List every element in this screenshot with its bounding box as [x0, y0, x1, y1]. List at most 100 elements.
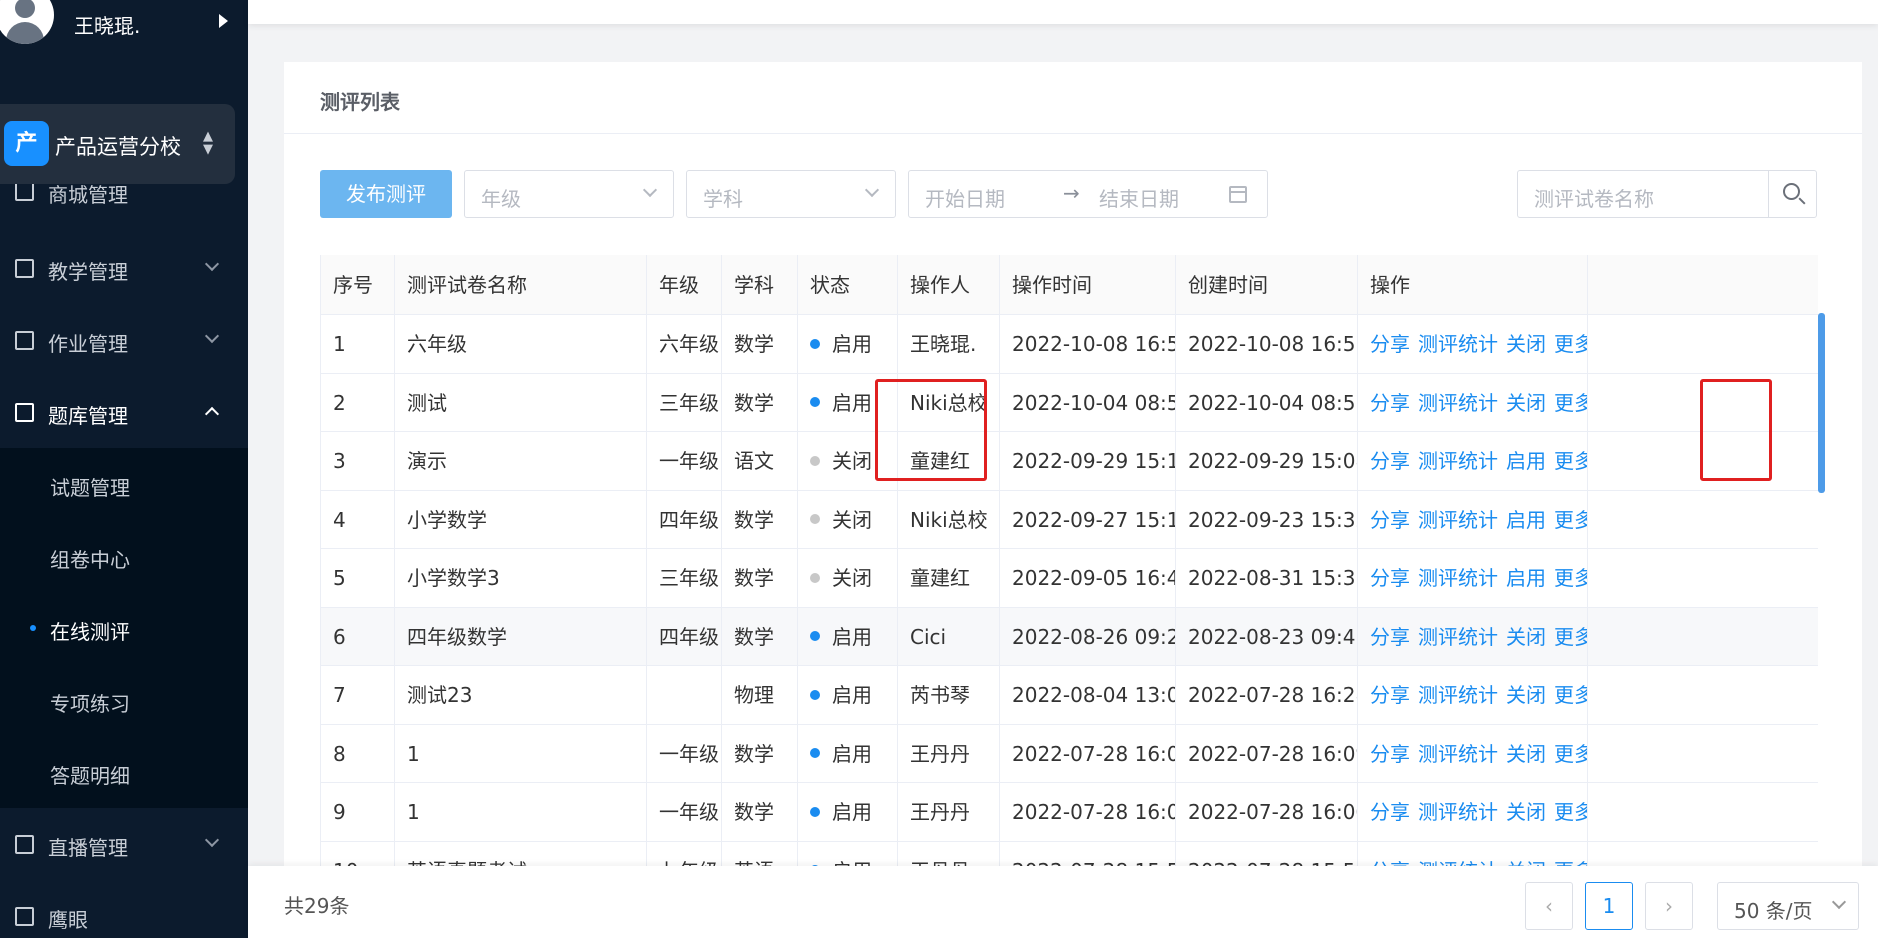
- more-link[interactable]: 更多: [1554, 742, 1587, 766]
- menu-item-live[interactable]: 直播管理: [0, 809, 248, 881]
- more-link[interactable]: 更多: [1554, 625, 1587, 649]
- search-icon: [1783, 183, 1800, 200]
- book-icon: [15, 259, 34, 278]
- cell-name: 测试23: [395, 666, 647, 724]
- cell-operator: 王丹丹: [898, 783, 1000, 841]
- share-link[interactable]: 分享: [1370, 332, 1410, 356]
- prev-page-button[interactable]: ‹: [1525, 882, 1573, 930]
- school-switcher[interactable]: 产 产品运营分校 ▲ ▼: [0, 104, 235, 184]
- toggle-status-link[interactable]: 关闭: [1506, 332, 1546, 356]
- cell-name: 六年级: [395, 315, 647, 373]
- search-input[interactable]: 测评试卷名称: [1534, 183, 1654, 212]
- stats-link[interactable]: 测评统计: [1418, 508, 1498, 532]
- status-dot-icon: [810, 806, 820, 817]
- stats-link[interactable]: 测评统计: [1418, 332, 1498, 356]
- table-row[interactable]: 8 1 一年级 数学 启用 王丹丹 2022-07-28 16:09 2022-07-28 1…: [321, 724, 1818, 783]
- more-link[interactable]: 更多: [1554, 683, 1587, 707]
- menu-item-teaching[interactable]: 教学管理: [0, 233, 248, 305]
- share-link[interactable]: 分享: [1370, 508, 1410, 532]
- status-cell: 启用: [798, 666, 898, 724]
- stats-link[interactable]: 测评统计: [1418, 683, 1498, 707]
- status-cell: 启用: [798, 607, 898, 665]
- cell-no: 9: [321, 783, 395, 841]
- toggle-status-link[interactable]: 关闭: [1506, 800, 1546, 824]
- share-link[interactable]: 分享: [1370, 742, 1410, 766]
- table-scrollbar[interactable]: [1818, 313, 1825, 493]
- live-tv-icon: [15, 835, 34, 854]
- search-box[interactable]: 测评试卷名称: [1517, 170, 1817, 218]
- date-range-picker[interactable]: 开始日期 → 结束日期: [908, 170, 1268, 218]
- header-col-name: 测评试卷名称: [395, 255, 647, 314]
- cell-operator: Niki总校: [898, 490, 1000, 548]
- submenu-item-practice[interactable]: 专项练习: [0, 664, 248, 736]
- pagination-bar: 共29条 ‹ 1 › 50 条/页: [248, 866, 1878, 938]
- actions-cell: 分享测评统计启用更多: [1358, 490, 1588, 548]
- stats-link[interactable]: 测评统计: [1418, 566, 1498, 590]
- more-link[interactable]: 更多: [1554, 391, 1587, 415]
- start-date-input[interactable]: 开始日期: [925, 183, 1005, 212]
- page-size-select[interactable]: 50 条/页: [1717, 882, 1859, 930]
- actions-cell: 分享测评统计关闭更多: [1358, 783, 1588, 841]
- toggle-status-link[interactable]: 启用: [1506, 449, 1546, 473]
- table-row[interactable]: 1 六年级 六年级 数学 启用 王晓琨. 2022-10-08 16:57 2022-10-0…: [321, 315, 1818, 374]
- end-date-input[interactable]: 结束日期: [1099, 183, 1179, 212]
- more-link[interactable]: 更多: [1554, 449, 1587, 473]
- submenu-item-paper-center[interactable]: 组卷中心: [0, 520, 248, 592]
- toggle-status-link[interactable]: 关闭: [1506, 742, 1546, 766]
- menu-item-homework[interactable]: 作业管理: [0, 305, 248, 377]
- table-row[interactable]: 5 小学数学3 三年级 数学 关闭 童建红 2022-09-05 16:47 2022-08-…: [321, 549, 1818, 608]
- stats-link[interactable]: 测评统计: [1418, 449, 1498, 473]
- toggle-status-link[interactable]: 启用: [1506, 508, 1546, 532]
- more-link[interactable]: 更多: [1554, 800, 1587, 824]
- actions-cell: 分享测评统计关闭更多: [1358, 373, 1588, 431]
- toggle-status-link[interactable]: 关闭: [1506, 391, 1546, 415]
- caret-right-icon[interactable]: [219, 14, 228, 28]
- more-link[interactable]: 更多: [1554, 332, 1587, 356]
- share-link[interactable]: 分享: [1370, 449, 1410, 473]
- cell-op-time: 2022-07-28 16:09: [1000, 724, 1176, 782]
- more-link[interactable]: 更多: [1554, 566, 1587, 590]
- cell-grade: 四年级: [647, 607, 722, 665]
- publish-assessment-button[interactable]: 发布测评: [320, 170, 452, 218]
- submenu-item-online-assessment[interactable]: 在线测评: [0, 592, 248, 664]
- toggle-status-link[interactable]: 关闭: [1506, 625, 1546, 649]
- next-page-button[interactable]: ›: [1645, 882, 1693, 930]
- share-link[interactable]: 分享: [1370, 800, 1410, 824]
- status-dot-icon: [810, 631, 820, 641]
- table-row[interactable]: 2 测试 三年级 数学 启用 Niki总校 2022-10-04 08:51 2022-10-…: [321, 373, 1818, 432]
- header-col-actions: 操作: [1358, 255, 1588, 314]
- user-avatar-icon[interactable]: [0, 0, 54, 44]
- stats-link[interactable]: 测评统计: [1418, 800, 1498, 824]
- submenu-item-answer-detail[interactable]: 答题明细: [0, 736, 248, 808]
- more-link[interactable]: 更多: [1554, 508, 1587, 532]
- search-button[interactable]: [1768, 171, 1817, 217]
- user-bar[interactable]: 王晓琨.: [0, 0, 248, 44]
- status-cell: 启用: [798, 315, 898, 373]
- page-1-button[interactable]: 1: [1585, 882, 1633, 930]
- stats-link[interactable]: 测评统计: [1418, 625, 1498, 649]
- subject-select[interactable]: 学科: [686, 170, 896, 218]
- stats-link[interactable]: 测评统计: [1418, 742, 1498, 766]
- cell-no: 7: [321, 666, 395, 724]
- share-link[interactable]: 分享: [1370, 391, 1410, 415]
- share-link[interactable]: 分享: [1370, 683, 1410, 707]
- table-row[interactable]: 6 四年级数学 四年级 数学 启用 Cici 2022-08-26 09:27 2022-08…: [321, 607, 1818, 666]
- cell-name: 1: [395, 724, 647, 782]
- table-row[interactable]: 3 演示 一年级 语文 关闭 童建红 2022-09-29 15:10 2022-09-29 …: [321, 432, 1818, 491]
- grade-select[interactable]: 年级: [464, 170, 674, 218]
- table-row[interactable]: 4 小学数学 四年级 数学 关闭 Niki总校 2022-09-27 15:14 2022-0…: [321, 490, 1818, 549]
- toggle-status-link[interactable]: 启用: [1506, 566, 1546, 590]
- toggle-status-link[interactable]: 关闭: [1506, 683, 1546, 707]
- menu-item-question-bank[interactable]: 题库管理: [0, 377, 248, 449]
- header-col-grade: 年级: [647, 255, 722, 314]
- table-row[interactable]: 7 测试23 物理 启用 芮书琴 2022-08-04 13:01 2022-07-28 1…: [321, 666, 1818, 725]
- menu-item-eagle-eye[interactable]: 鹰眼: [0, 881, 248, 938]
- cell-name: 1: [395, 783, 647, 841]
- table-row[interactable]: 9 1 一年级 数学 启用 王丹丹 2022-07-28 16:00 2022-07-28 1…: [321, 783, 1818, 842]
- share-link[interactable]: 分享: [1370, 566, 1410, 590]
- cell-created: 2022-07-28 16:00: [1176, 783, 1358, 841]
- submenu-item-questions[interactable]: 试题管理: [0, 448, 248, 520]
- stats-link[interactable]: 测评统计: [1418, 391, 1498, 415]
- cell-created: 2022-07-28 16:09: [1176, 724, 1358, 782]
- share-link[interactable]: 分享: [1370, 625, 1410, 649]
